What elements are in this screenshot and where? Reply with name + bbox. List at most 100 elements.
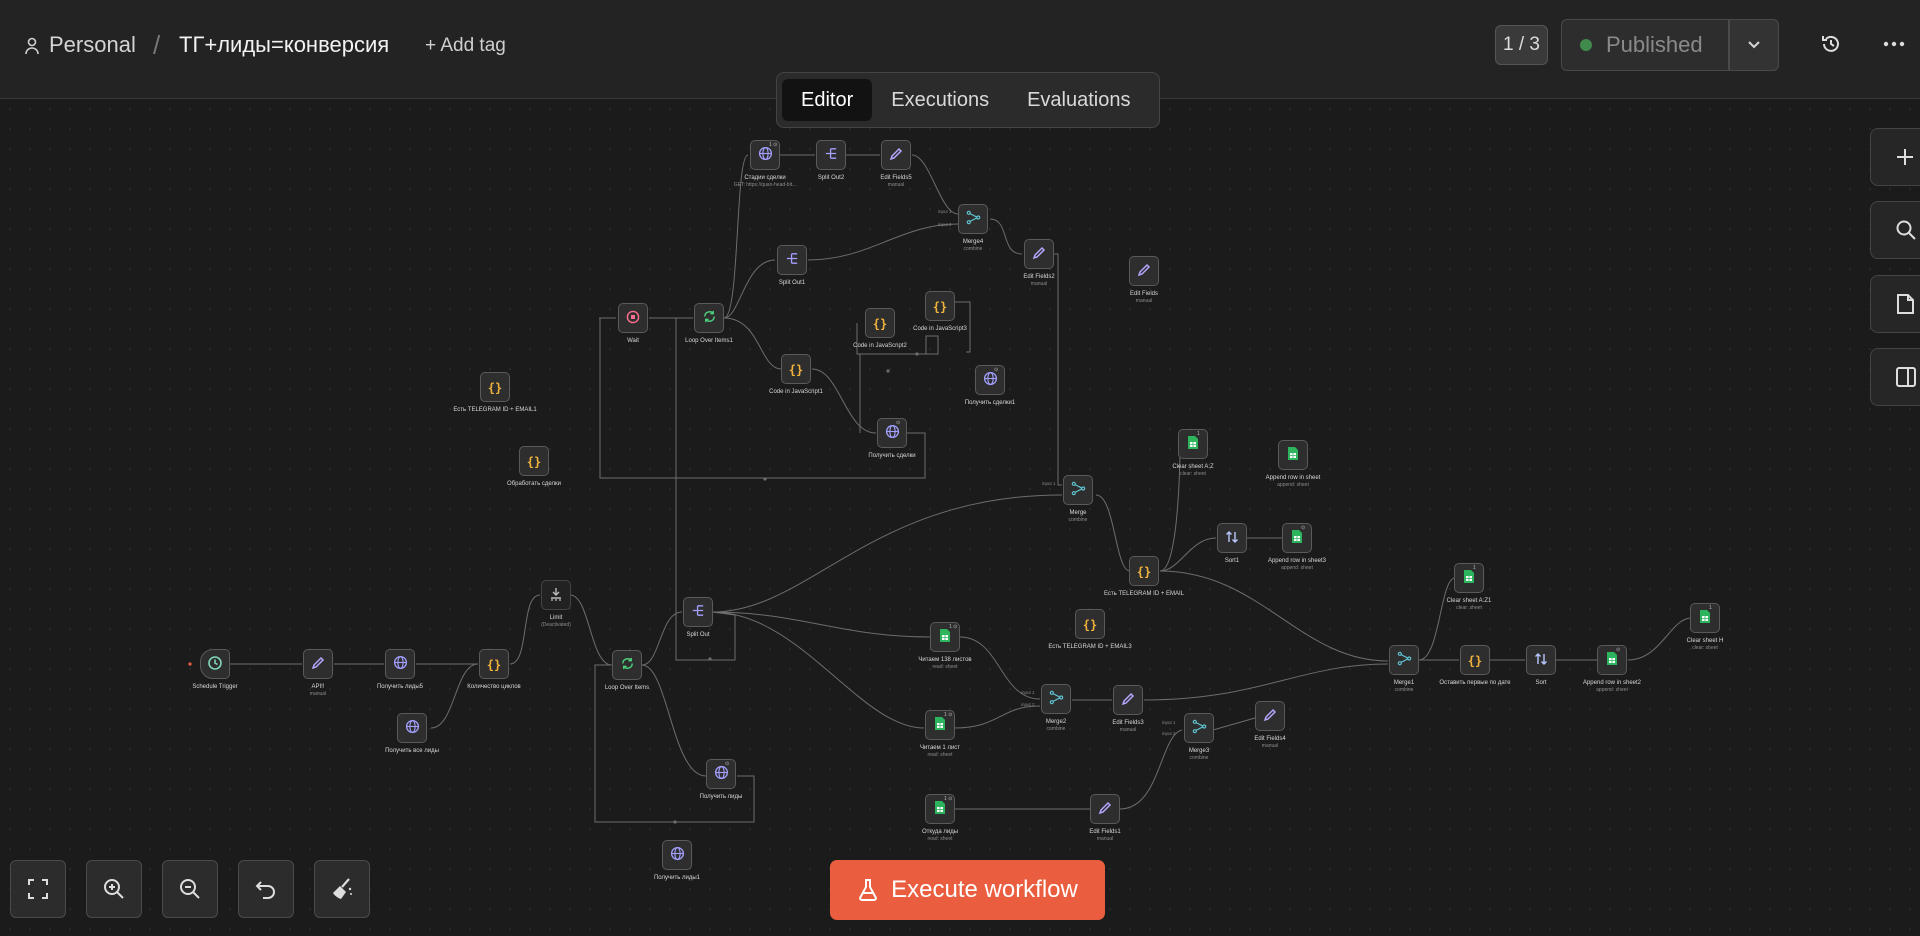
workflow-canvas[interactable]: input 1 input 2 input 1 input 1 input 2 … [0, 99, 1920, 936]
connection [711, 611, 925, 729]
workflow-node-tgemail1[interactable]: {} [480, 372, 510, 402]
workflow-node-wait[interactable] [618, 303, 648, 333]
execute-workflow-button[interactable]: Execute workflow [830, 860, 1105, 920]
workflow-title[interactable]: ТГ+лиды=конверсия [179, 32, 389, 58]
workflow-node-splitout[interactable] [683, 597, 713, 627]
workflow-node-splitout1[interactable] [777, 245, 807, 275]
workflow-node-cycles[interactable]: {} [479, 649, 509, 679]
connection-dot [886, 369, 890, 373]
workflow-node-codejs1[interactable]: {} [781, 354, 811, 384]
add-node-button[interactable] [1870, 128, 1920, 186]
clock-icon [207, 655, 223, 674]
fit-view-button[interactable] [10, 860, 66, 918]
workflow-node-appendrow3[interactable] [1282, 523, 1312, 553]
plus-icon [1897, 149, 1913, 165]
pencil-icon [311, 656, 325, 673]
workflow-node-codejs3[interactable]: {} [925, 291, 955, 321]
node-label-text: Merge4 [962, 239, 984, 245]
node-subtitle: manual [1135, 298, 1153, 304]
code-icon: {} [932, 299, 948, 314]
toggle-panel-button[interactable] [1870, 348, 1920, 406]
node-subtitle: read: sheet [927, 752, 953, 758]
published-button[interactable]: Published [1561, 19, 1729, 71]
workflow-node-getleads1[interactable] [662, 840, 692, 870]
workflow-node-api[interactable] [303, 649, 333, 679]
tab-executions[interactable]: Executions [872, 79, 1008, 121]
undo-icon [255, 881, 275, 899]
workflow-node-appendrow2[interactable] [1597, 645, 1627, 675]
workflow-node-tgemail3[interactable]: {} [1075, 609, 1105, 639]
workflow-node-splitout2[interactable] [816, 140, 846, 170]
undo-button[interactable] [238, 860, 294, 918]
zoom-out-button[interactable] [162, 860, 218, 918]
workflow-node-schedule[interactable] [200, 649, 230, 679]
workflow-node-clearaz[interactable] [1178, 429, 1208, 459]
history-button[interactable] [1815, 28, 1847, 60]
workflow-node-merge2[interactable] [1041, 684, 1071, 714]
workflow-node-editfields[interactable] [1129, 256, 1159, 286]
workflow-node-processdeals[interactable]: {} [519, 446, 549, 476]
node-label-text: Merge1 [1393, 680, 1415, 686]
connection-input-label: input 1 [1042, 481, 1056, 486]
published-label: Published [1606, 32, 1703, 57]
workflow-node-allleads[interactable] [397, 713, 427, 743]
node-subtitle: manual [887, 182, 905, 188]
panel-icon [1896, 367, 1916, 387]
workflow-node-clearh[interactable] [1690, 603, 1720, 633]
workflow-node-merge3[interactable] [1184, 713, 1214, 743]
workflow-node-merge1[interactable] [1389, 645, 1419, 675]
connection [1159, 537, 1217, 572]
tidy-up-button[interactable] [314, 860, 370, 918]
workflow-node-keepfirst[interactable]: {} [1460, 645, 1490, 675]
zoom-in-button[interactable] [86, 860, 142, 918]
node-label-text: Обработать сделки [507, 481, 561, 487]
more-options-button[interactable] [1878, 28, 1910, 60]
workflow-node-tgemail[interactable]: {} [1129, 556, 1159, 586]
workflow-node-editfields1[interactable] [1090, 794, 1120, 824]
published-status-dot [1580, 39, 1592, 51]
node-run-badge: ⊙ [725, 761, 730, 767]
workflow-node-editfields2[interactable] [1024, 239, 1054, 269]
search-nodes-button[interactable] [1870, 201, 1920, 259]
workflow-node-loop1[interactable] [694, 303, 724, 333]
node-label-text: Append row in sheet [1265, 475, 1321, 481]
workflow-node-sort1[interactable] [1217, 523, 1247, 553]
node-label: Есть TELEGRAM ID + EMAIL [1099, 591, 1189, 598]
globe-icon [670, 846, 685, 864]
node-label: Получить все лиды [367, 748, 457, 755]
tab-evaluations[interactable]: Evaluations [1008, 79, 1149, 121]
workflow-node-limit[interactable] [541, 580, 571, 610]
workflow-node-editfields4[interactable] [1255, 701, 1285, 731]
connection-dot [708, 657, 712, 661]
workflow-node-sort[interactable] [1526, 645, 1556, 675]
workflow-node-merge4[interactable] [958, 204, 988, 234]
sticky-note-button[interactable] [1870, 275, 1920, 333]
version-badge[interactable]: 1 / 3 [1495, 25, 1548, 65]
workflow-node-editfields3[interactable] [1113, 685, 1143, 715]
node-subtitle: read: sheet [927, 836, 953, 842]
workflow-node-getleads[interactable] [706, 759, 736, 789]
user-icon [24, 37, 40, 55]
workflow-node-getdeals[interactable] [877, 418, 907, 448]
publish-dropdown-button[interactable] [1729, 19, 1779, 71]
workflow-node-appendrow[interactable] [1278, 440, 1308, 470]
node-label-text: Количество циклов [467, 684, 521, 690]
breadcrumb-project[interactable]: Personal [49, 32, 136, 58]
workflow-node-editfields5[interactable] [881, 140, 911, 170]
workflow-node-codejs2[interactable]: {} [865, 308, 895, 338]
node-label-text: Edit Fields [1129, 291, 1158, 297]
add-tag-button[interactable]: + Add tag [425, 35, 506, 57]
node-label-text: Есть TELEGRAM ID + EMAIL [1104, 591, 1184, 597]
loop-icon [702, 309, 717, 327]
zoom-out-icon [180, 879, 200, 899]
tab-editor[interactable]: Editor [782, 79, 873, 121]
node-subtitle: GET: https://quan-head-bit... [733, 182, 797, 188]
connection [1143, 663, 1389, 701]
workflow-node-merge[interactable] [1063, 475, 1093, 505]
node-label-text: Clear sheet A:Z1 [1446, 598, 1492, 604]
node-subtitle: manual [1096, 836, 1114, 842]
workflow-node-clearaz1[interactable] [1454, 563, 1484, 593]
workflow-node-loop[interactable] [612, 650, 642, 680]
workflow-node-leads5[interactable] [385, 649, 415, 679]
workflow-node-getdeals1[interactable] [975, 365, 1005, 395]
